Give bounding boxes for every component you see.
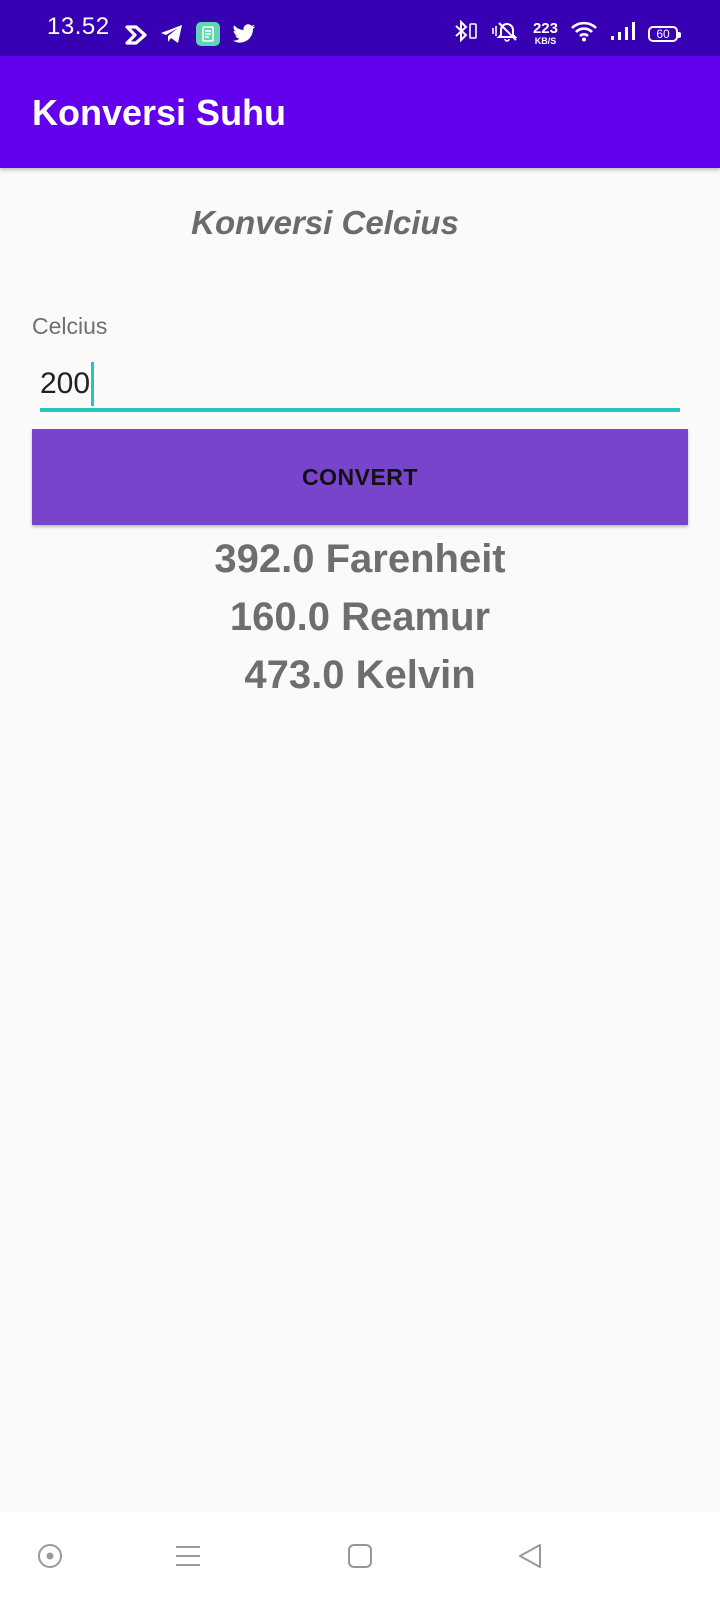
signal-icon xyxy=(610,20,636,47)
celcius-label: Celcius xyxy=(32,313,108,339)
mute-icon xyxy=(491,20,521,47)
text-cursor xyxy=(91,362,95,406)
twitter-icon xyxy=(232,24,256,49)
result-kelvin: 473.0 Kelvin xyxy=(244,653,476,697)
status-system-icons: 223 KB/S 60 xyxy=(453,19,681,47)
wifi-icon xyxy=(570,20,598,47)
celcius-input[interactable]: 200 xyxy=(40,362,680,412)
net-speed-value: 223 xyxy=(532,20,558,37)
app-title: Konversi Suhu xyxy=(32,92,287,133)
net-speed-unit: KB/S xyxy=(534,36,557,46)
results: 392.0 Farenheit 160.0 Reamur 473.0 Kelvi… xyxy=(0,530,720,704)
result-farenheit: 392.0 Farenheit xyxy=(214,537,506,581)
back-icon[interactable] xyxy=(508,1534,552,1578)
status-notification-icons xyxy=(124,22,256,51)
celcius-input-value[interactable]: 200 xyxy=(40,362,90,406)
status-bar: 13.52 223 KB/S 60 xyxy=(0,0,720,56)
result-reamur: 160.0 Reamur xyxy=(229,595,491,639)
battery-icon: 60 xyxy=(648,25,681,42)
menu-icon[interactable] xyxy=(166,1534,210,1578)
net-speed-indicator: 223 KB/S xyxy=(533,21,558,46)
bluetooth-icon xyxy=(453,19,479,47)
record-icon[interactable] xyxy=(28,1534,72,1578)
page-heading: Konversi Celcius xyxy=(191,204,459,241)
app-icon xyxy=(124,23,148,50)
app-icon-2 xyxy=(196,22,220,51)
status-time: 13.52 xyxy=(47,13,110,40)
home-icon[interactable] xyxy=(338,1534,382,1578)
telegram-icon xyxy=(160,23,184,50)
convert-button[interactable]: CONVERT xyxy=(32,429,688,525)
navigation-bar xyxy=(0,1512,720,1600)
app-bar: Konversi Suhu xyxy=(0,56,720,168)
